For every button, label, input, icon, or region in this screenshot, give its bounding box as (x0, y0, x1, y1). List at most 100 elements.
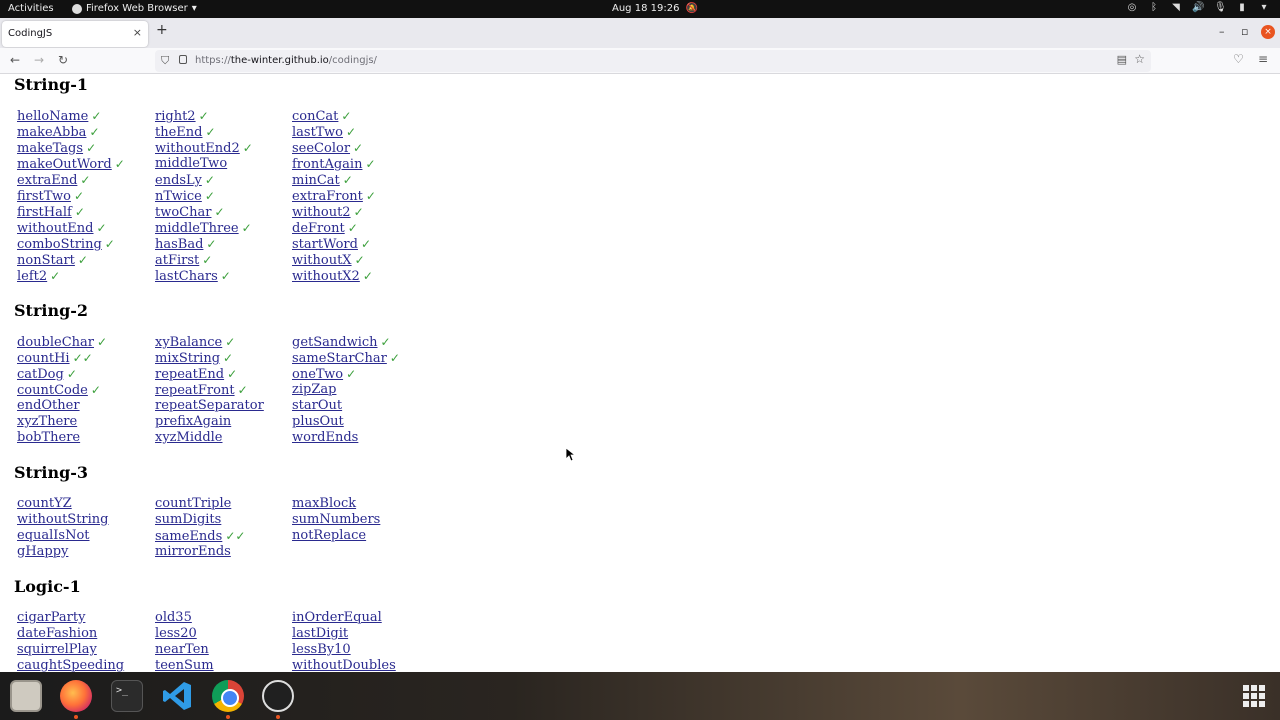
exercise-link[interactable]: squirrelPlay (17, 642, 97, 657)
pocket-icon[interactable]: ♡ (1233, 52, 1244, 66)
battery-icon[interactable]: ▮ (1236, 2, 1248, 13)
exercise-link[interactable]: xyzMiddle (155, 430, 223, 445)
obs-app-icon[interactable] (262, 680, 294, 712)
exercise-link[interactable]: withoutDoubles (292, 658, 396, 672)
exercise-link[interactable]: mirrorEnds (155, 544, 231, 559)
exercise-link[interactable]: getSandwich (292, 335, 378, 350)
minimize-window-button[interactable]: – (1219, 25, 1225, 38)
exercise-link[interactable]: extraFront (292, 189, 363, 204)
exercise-link[interactable]: theEnd (155, 125, 202, 140)
exercise-link[interactable]: firstHalf (17, 205, 72, 220)
exercise-link[interactable]: countYZ (17, 496, 72, 511)
show-applications-icon[interactable] (1243, 685, 1265, 707)
exercise-link[interactable]: sameEnds (155, 529, 222, 544)
exercise-link[interactable]: right2 (155, 109, 196, 124)
volume-icon[interactable]: 🔊 (1192, 2, 1204, 13)
exercise-link[interactable]: firstTwo (17, 189, 71, 204)
power-menu-icon[interactable]: ▾ (1258, 2, 1270, 13)
lock-icon[interactable] (179, 55, 187, 64)
vscode-app-icon[interactable] (161, 680, 193, 712)
exercise-link[interactable]: catDog (17, 367, 64, 382)
hamburger-menu-icon[interactable]: ≡ (1258, 52, 1268, 66)
wifi-icon[interactable]: ◥ (1170, 2, 1182, 13)
exercise-link[interactable]: withoutString (17, 512, 109, 527)
exercise-link[interactable]: dateFashion (17, 626, 97, 641)
exercise-link[interactable]: oneTwo (292, 367, 343, 382)
exercise-link[interactable]: comboString (17, 237, 102, 252)
exercise-link[interactable]: teenSum (155, 658, 214, 672)
exercise-link[interactable]: mixString (155, 351, 220, 366)
exercise-link[interactable]: xyBalance (155, 335, 222, 350)
exercise-link[interactable]: countHi (17, 351, 70, 366)
exercise-link[interactable]: nonStart (17, 253, 75, 268)
exercise-link[interactable]: withoutX2 (292, 269, 360, 284)
exercise-link[interactable]: helloName (17, 109, 88, 124)
exercise-link[interactable]: atFirst (155, 253, 199, 268)
exercise-link[interactable]: conCat (292, 109, 338, 124)
exercise-link[interactable]: endOther (17, 398, 80, 413)
reader-view-icon[interactable]: ▤ (1117, 53, 1127, 66)
files-app-icon[interactable] (10, 680, 42, 712)
exercise-link[interactable]: prefixAgain (155, 414, 231, 429)
bluetooth-icon[interactable]: ᛒ (1148, 2, 1160, 13)
exercise-link[interactable]: wordEnds (292, 430, 358, 445)
url-text[interactable]: https://the-winter.github.io/codingjs/ (195, 55, 377, 66)
tab-codingjs[interactable]: CodingJS × (2, 21, 148, 47)
chrome-app-icon[interactable] (212, 680, 244, 712)
exercise-link[interactable]: countCode (17, 383, 88, 398)
close-tab-icon[interactable]: × (133, 26, 142, 39)
exercise-link[interactable]: inOrderEqual (292, 610, 382, 625)
exercise-link[interactable]: makeTags (17, 141, 83, 156)
exercise-link[interactable]: starOut (292, 398, 342, 413)
exercise-link[interactable]: left2 (17, 269, 47, 284)
exercise-link[interactable]: countTriple (155, 496, 231, 511)
exercise-link[interactable]: lastChars (155, 269, 218, 284)
exercise-link[interactable]: nearTen (155, 642, 209, 657)
exercise-link[interactable]: plusOut (292, 414, 344, 429)
exercise-link[interactable]: makeAbba (17, 125, 86, 140)
exercise-link[interactable]: endsLy (155, 173, 202, 188)
exercise-link[interactable]: middleTwo (155, 156, 227, 171)
exercise-link[interactable]: sameStarChar (292, 351, 387, 366)
exercise-link[interactable]: maxBlock (292, 496, 356, 511)
system-tray[interactable]: ◎ ᛒ ◥ 🔊 🎙 ▮ ▾ (1126, 2, 1270, 13)
close-window-button[interactable]: × (1261, 25, 1275, 39)
exercise-link[interactable]: without2 (292, 205, 351, 220)
exercise-link[interactable]: notReplace (292, 528, 366, 543)
exercise-link[interactable]: sumDigits (155, 512, 221, 527)
new-tab-button[interactable]: + (156, 22, 168, 38)
forward-button[interactable]: → (34, 53, 44, 67)
exercise-link[interactable]: startWord (292, 237, 358, 252)
clock[interactable]: Aug 18 19:26 🔕 (612, 3, 698, 14)
exercise-link[interactable]: repeatSeparator (155, 398, 264, 413)
exercise-link[interactable]: gHappy (17, 544, 68, 559)
exercise-link[interactable]: doubleChar (17, 335, 94, 350)
exercise-link[interactable]: bobThere (17, 430, 80, 445)
firefox-app-icon[interactable] (60, 680, 92, 712)
exercise-link[interactable]: cigarParty (17, 610, 85, 625)
exercise-link[interactable]: sumNumbers (292, 512, 380, 527)
exercise-link[interactable]: twoChar (155, 205, 211, 220)
exercise-link[interactable]: minCat (292, 173, 340, 188)
exercise-link[interactable]: seeColor (292, 141, 350, 156)
exercise-link[interactable]: old35 (155, 610, 192, 625)
exercise-link[interactable]: equalIsNot (17, 528, 90, 543)
reload-button[interactable]: ↻ (58, 53, 68, 67)
obs-tray-icon[interactable]: ◎ (1126, 2, 1138, 13)
tracking-protection-icon[interactable]: ⛉ (161, 54, 169, 68)
terminal-app-icon[interactable]: >_ (111, 680, 143, 712)
bookmark-star-icon[interactable]: ☆ (1134, 52, 1145, 66)
exercise-link[interactable]: withoutX (292, 253, 352, 268)
exercise-link[interactable]: zipZap (292, 382, 336, 397)
app-menu[interactable]: Firefox Web Browser ▾ (72, 3, 197, 14)
exercise-link[interactable]: nTwice (155, 189, 202, 204)
exercise-link[interactable]: repeatEnd (155, 367, 224, 382)
exercise-link[interactable]: withoutEnd2 (155, 141, 240, 156)
exercise-link[interactable]: less20 (155, 626, 197, 641)
exercise-link[interactable]: frontAgain (292, 157, 362, 172)
exercise-link[interactable]: deFront (292, 221, 345, 236)
exercise-link[interactable]: repeatFront (155, 383, 235, 398)
exercise-link[interactable]: middleThree (155, 221, 239, 236)
maximize-window-button[interactable]: ▫ (1241, 25, 1248, 38)
microphone-icon[interactable]: 🎙 (1214, 2, 1227, 13)
